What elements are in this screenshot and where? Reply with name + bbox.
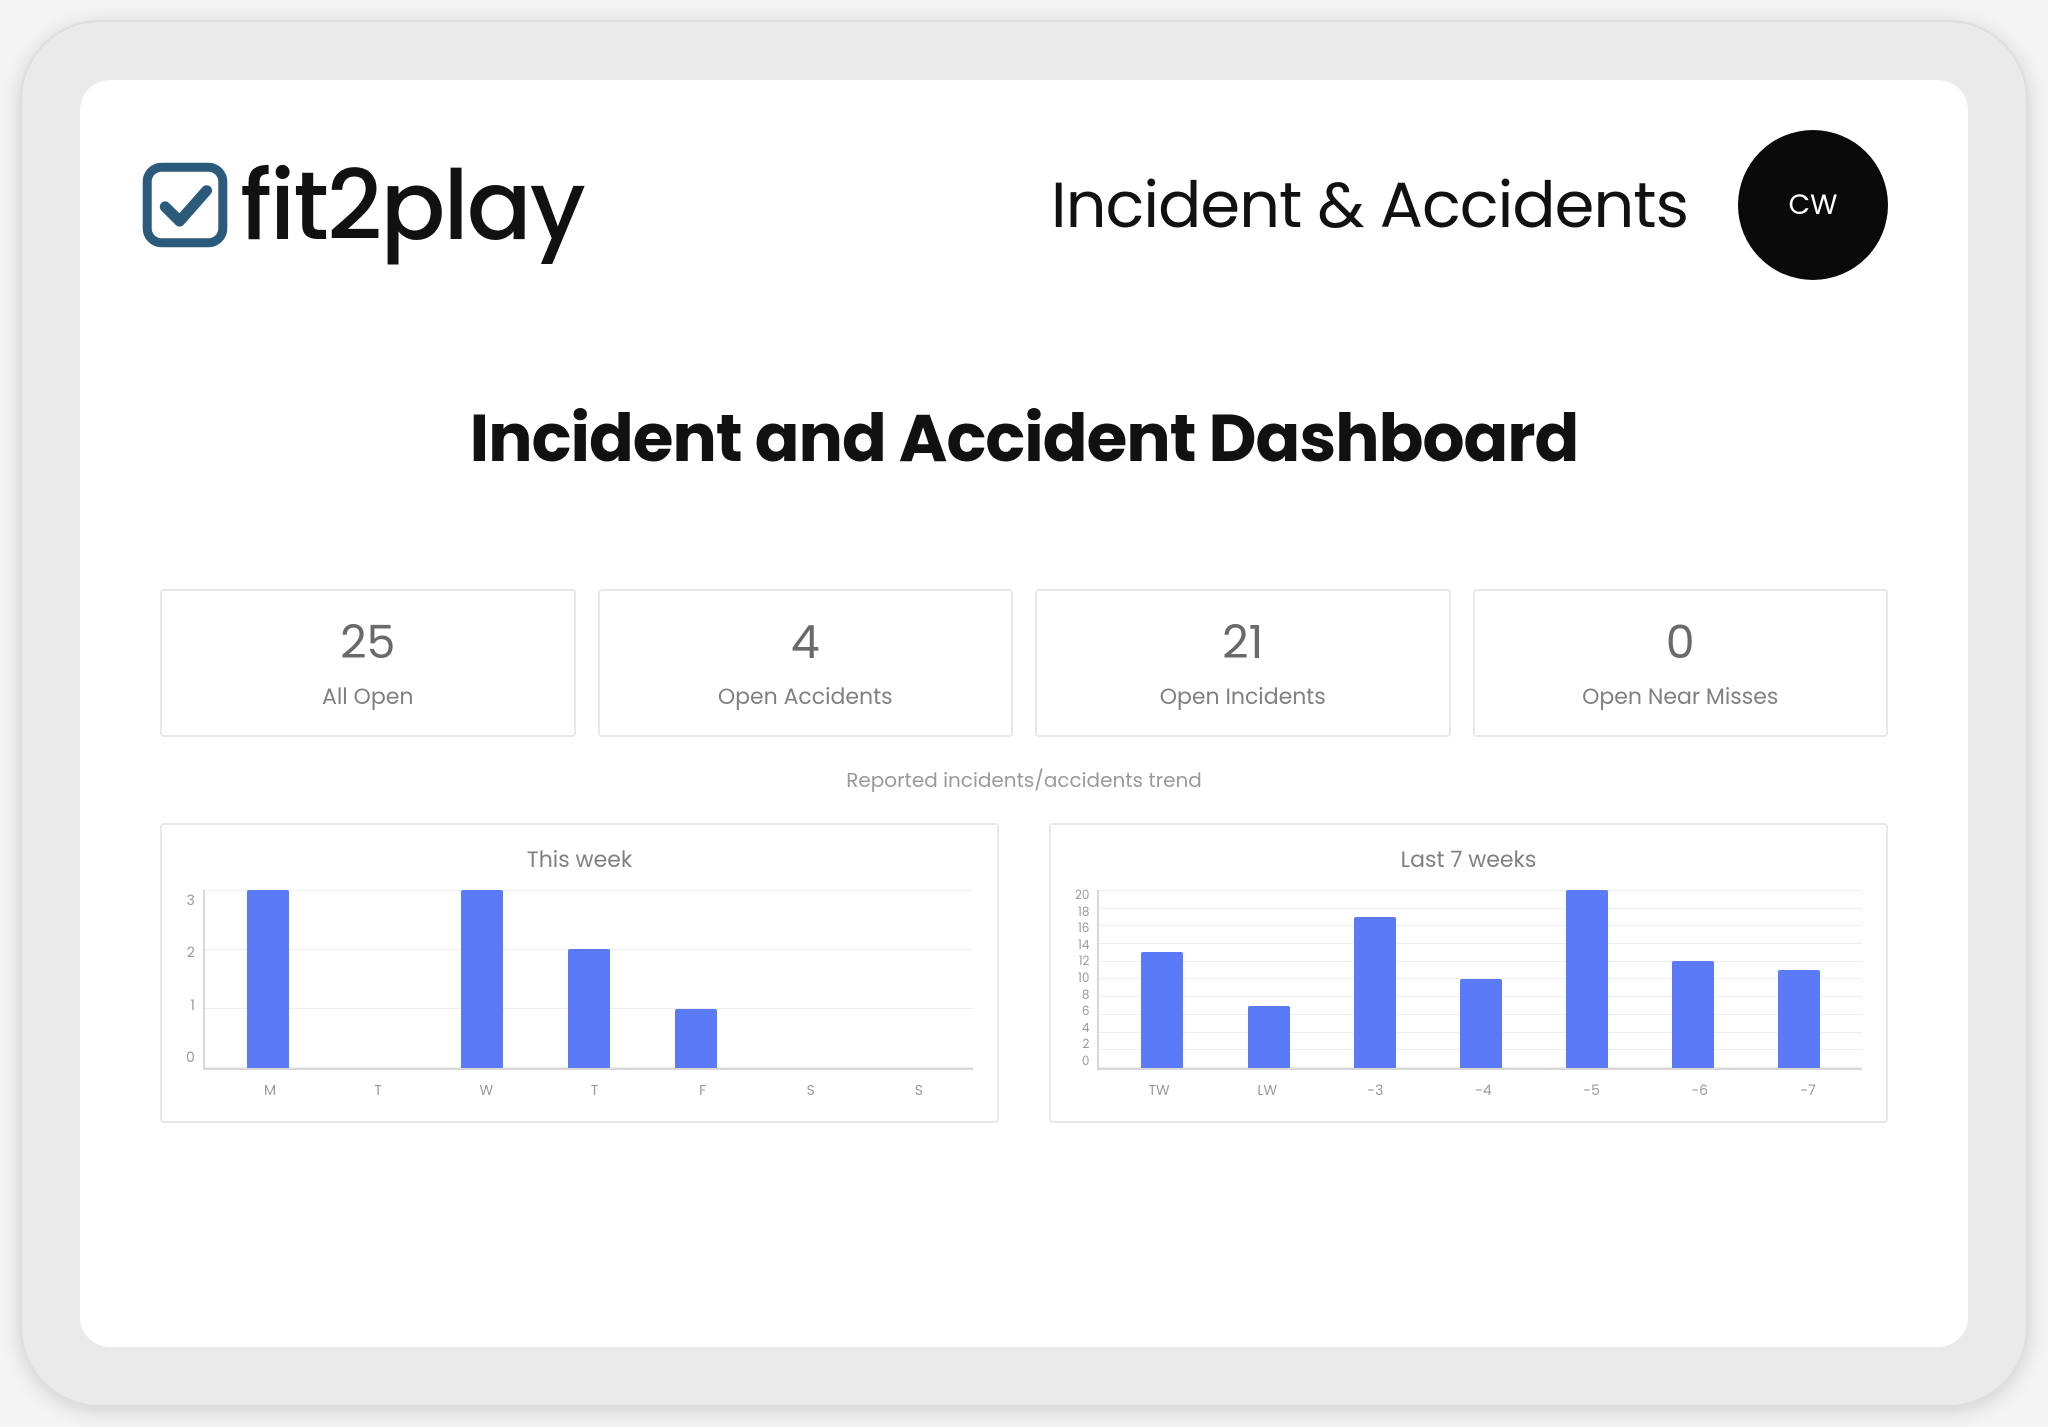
- bar-slot: [749, 890, 856, 1068]
- y-tick: 10: [1078, 973, 1089, 985]
- x-tick: W: [432, 1080, 540, 1101]
- bar-slot: [1534, 890, 1640, 1068]
- stat-value: 4: [610, 609, 1002, 678]
- y-tick: 2: [187, 942, 195, 963]
- bar-slot: [1746, 890, 1852, 1068]
- header-right: Incident & Accidents CW: [1051, 130, 1888, 280]
- x-tick: T: [324, 1080, 432, 1101]
- bar-slot: [856, 890, 963, 1068]
- bars: [1099, 890, 1862, 1068]
- bar-slot: [1216, 890, 1322, 1068]
- bar-slot: [535, 890, 642, 1068]
- x-tick: LW: [1213, 1080, 1321, 1101]
- chart-last-7-weeks: Last 7 weeks 20181614121086420 TWLW-3-4-…: [1049, 823, 1888, 1123]
- y-tick: 6: [1082, 1006, 1090, 1018]
- header: fit2play Incident & Accidents CW: [140, 130, 1908, 280]
- chart-title: This week: [186, 843, 973, 876]
- y-tick: 18: [1078, 907, 1089, 919]
- x-tick: -7: [1754, 1080, 1862, 1101]
- x-tick: M: [216, 1080, 324, 1101]
- dashboard-title: Incident and Accident Dashboard: [140, 390, 1908, 489]
- x-tick: TW: [1105, 1080, 1213, 1101]
- y-tick: 4: [1082, 1023, 1090, 1035]
- chart-plot: [203, 890, 973, 1070]
- x-tick: -4: [1429, 1080, 1537, 1101]
- y-tick: 0: [186, 1047, 195, 1068]
- y-tick: 16: [1078, 923, 1089, 935]
- y-axis: 20181614121086420: [1075, 890, 1097, 1070]
- stat-card-open-accidents[interactable]: 4 Open Accidents: [598, 589, 1014, 737]
- y-tick: 12: [1079, 956, 1090, 968]
- bar-slot: [642, 890, 749, 1068]
- stat-label: All Open: [172, 680, 564, 713]
- bar: [1460, 979, 1502, 1068]
- bar-slot: [1428, 890, 1534, 1068]
- stat-value: 25: [172, 609, 564, 678]
- stat-card-open-incidents[interactable]: 21 Open Incidents: [1035, 589, 1451, 737]
- bar-slot: [1322, 890, 1428, 1068]
- chart-body: 20181614121086420: [1075, 890, 1862, 1070]
- x-tick: S: [865, 1080, 973, 1101]
- stat-label: Open Incidents: [1047, 680, 1439, 713]
- y-tick: 20: [1075, 890, 1089, 902]
- bar-slot: [322, 890, 429, 1068]
- avatar-initials: CW: [1789, 184, 1838, 226]
- x-tick: S: [757, 1080, 865, 1101]
- stat-value: 0: [1485, 609, 1877, 678]
- bar: [1354, 917, 1396, 1068]
- y-tick: 0: [1082, 1056, 1090, 1068]
- page-title: Incident & Accidents: [1051, 158, 1688, 253]
- chart-plot: [1097, 890, 1862, 1070]
- bar: [1566, 890, 1608, 1068]
- bar: [568, 949, 610, 1068]
- trend-title: Reported incidents/accidents trend: [140, 765, 1908, 795]
- y-tick: 3: [187, 890, 195, 911]
- bar: [675, 1009, 717, 1068]
- stats-row: 25 All Open 4 Open Accidents 21 Open Inc…: [140, 589, 1908, 737]
- bar-slot: [215, 890, 322, 1068]
- bar: [247, 890, 289, 1068]
- bar: [1778, 970, 1820, 1068]
- bar: [1141, 952, 1183, 1068]
- x-tick: -3: [1321, 1080, 1429, 1101]
- stat-label: Open Near Misses: [1485, 680, 1877, 713]
- chart-title: Last 7 weeks: [1075, 843, 1862, 876]
- stat-label: Open Accidents: [610, 680, 1002, 713]
- y-tick: 1: [190, 995, 194, 1016]
- logo-text: fit2play: [240, 133, 584, 278]
- bar: [1248, 1006, 1290, 1068]
- x-tick: T: [540, 1080, 648, 1101]
- bar: [1672, 961, 1714, 1068]
- x-tick: F: [649, 1080, 757, 1101]
- x-axis: TWLW-3-4-5-6-7: [1075, 1080, 1862, 1101]
- bar-slot: [429, 890, 536, 1068]
- x-axis: MTWTFSS: [186, 1080, 973, 1101]
- x-tick: -5: [1538, 1080, 1646, 1101]
- logo: fit2play: [140, 133, 584, 278]
- x-tick: -6: [1646, 1080, 1754, 1101]
- stat-value: 21: [1047, 609, 1439, 678]
- avatar[interactable]: CW: [1738, 130, 1888, 280]
- chart-this-week: This week 3210 MTWTFSS: [160, 823, 999, 1123]
- device-frame: fit2play Incident & Accidents CW Inciden…: [20, 20, 2028, 1407]
- bar-slot: [1640, 890, 1746, 1068]
- checkbox-icon: [140, 160, 230, 250]
- app-screen: fit2play Incident & Accidents CW Inciden…: [80, 80, 1968, 1347]
- bar: [461, 890, 503, 1068]
- y-tick: 14: [1078, 940, 1089, 952]
- bars: [205, 890, 973, 1068]
- chart-body: 3 2 1 0: [186, 890, 973, 1070]
- bar-slot: [1109, 890, 1215, 1068]
- stat-card-all-open[interactable]: 25 All Open: [160, 589, 576, 737]
- y-tick: 2: [1083, 1039, 1090, 1051]
- charts-row: This week 3210 MTWTFSS Last 7 weeks 2018…: [140, 823, 1908, 1123]
- y-tick: 8: [1082, 990, 1090, 1002]
- stat-card-open-near-misses[interactable]: 0 Open Near Misses: [1473, 589, 1889, 737]
- y-axis: 3 2 1 0: [186, 890, 203, 1070]
